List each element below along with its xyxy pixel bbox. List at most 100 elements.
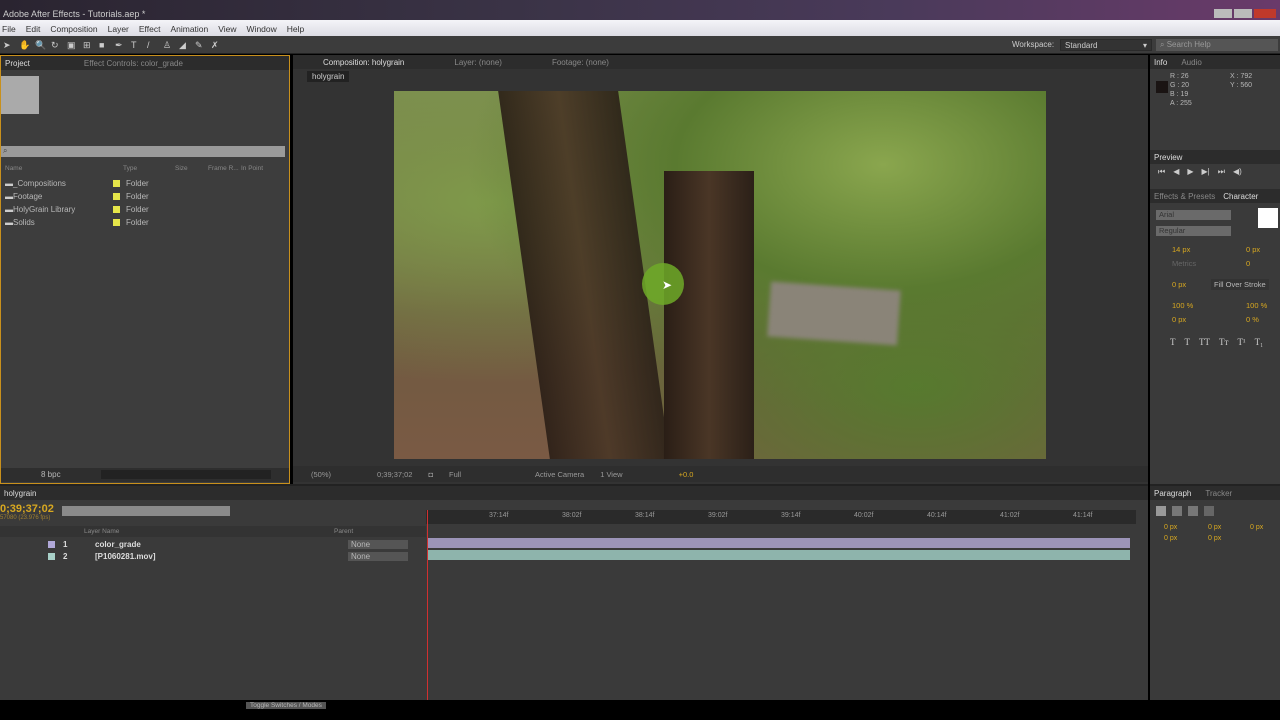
tab-paragraph[interactable]: Paragraph <box>1154 489 1191 498</box>
tab-composition[interactable]: Composition: holygrain <box>323 58 404 67</box>
list-item[interactable]: ▬ Solids Folder <box>5 216 275 228</box>
clone-stamp-tool-icon[interactable]: ♙ <box>163 40 173 50</box>
bpc-button[interactable]: 8 bpc <box>41 470 61 479</box>
tab-footage[interactable]: Footage: (none) <box>552 58 609 67</box>
tsume[interactable]: 0 % <box>1246 315 1259 324</box>
table-row[interactable]: 2 [P1060281.mov] None <box>0 550 426 562</box>
tab-project[interactable]: Project <box>5 59 30 68</box>
playhead[interactable] <box>427 510 428 700</box>
col-type[interactable]: Type <box>123 165 137 172</box>
next-frame-icon[interactable]: ▶| <box>1202 167 1210 177</box>
tab-preview[interactable]: Preview <box>1154 153 1182 162</box>
stroke-mode-select[interactable]: Fill Over Stroke <box>1214 280 1266 289</box>
menu-layer[interactable]: Layer <box>108 24 129 36</box>
pen-tool-icon[interactable]: ✒ <box>115 40 125 50</box>
col-size[interactable]: Size <box>175 165 188 172</box>
hand-tool-icon[interactable]: ✋ <box>19 40 30 50</box>
view-layout-select[interactable]: 1 View <box>600 470 622 479</box>
tab-character[interactable]: Character <box>1223 192 1258 201</box>
tab-info[interactable]: Info <box>1154 58 1167 67</box>
col-parent[interactable]: Parent <box>334 528 353 535</box>
puppet-tool-icon[interactable]: ✗ <box>211 40 221 50</box>
menu-edit[interactable]: Edit <box>26 24 41 36</box>
current-time[interactable]: 0;39;37;02 <box>377 470 412 479</box>
baseline-shift[interactable]: 0 px <box>1172 315 1186 324</box>
superscript-button[interactable]: T¹ <box>1237 337 1245 347</box>
eraser-tool-icon[interactable]: ◢ <box>179 40 189 50</box>
align-left-button[interactable] <box>1156 506 1166 516</box>
indent-first[interactable]: 0 px <box>1250 524 1263 531</box>
menu-animation[interactable]: Animation <box>170 24 208 36</box>
justify-button[interactable] <box>1204 506 1214 516</box>
snapshot-icon[interactable]: ◘ <box>428 470 433 479</box>
toggle-switches-modes-button[interactable]: Toggle Switches / Modes <box>246 702 326 709</box>
tab-tracker[interactable]: Tracker <box>1205 489 1232 498</box>
fill-color-swatch[interactable] <box>1258 208 1278 228</box>
tab-layer[interactable]: Layer: (none) <box>454 58 502 67</box>
space-after[interactable]: 0 px <box>1208 535 1221 542</box>
align-center-button[interactable] <box>1172 506 1182 516</box>
layer-bar-color-grade[interactable] <box>428 538 1130 548</box>
brush-tool-icon[interactable]: / <box>147 40 157 50</box>
horizontal-scale[interactable]: 100 % <box>1246 301 1267 310</box>
roto-brush-tool-icon[interactable]: ✎ <box>195 40 205 50</box>
prev-frame-icon[interactable]: ◀ <box>1173 167 1179 177</box>
layer-bar-footage[interactable] <box>428 550 1130 560</box>
workspace-select[interactable]: Standard ▾ <box>1060 39 1152 51</box>
camera-tool-icon[interactable]: ▣ <box>67 40 77 50</box>
pan-behind-tool-icon[interactable]: ⊞ <box>83 40 93 50</box>
magnification-select[interactable]: (50%) <box>311 470 331 479</box>
exposure-value[interactable]: +0.0 <box>679 470 694 479</box>
list-item[interactable]: ▬ _Compositions Folder <box>5 177 275 189</box>
comp-breadcrumb[interactable]: holygrain <box>307 71 350 82</box>
all-caps-button[interactable]: TT <box>1199 337 1210 347</box>
layer-name[interactable]: [P1060281.mov] <box>95 552 155 561</box>
composition-viewer[interactable]: ➤ <box>394 91 1046 459</box>
menu-effect[interactable]: Effect <box>139 24 161 36</box>
timeline-timecode[interactable]: 0;39;37;02 <box>0 503 54 515</box>
search-help-input[interactable]: ⌕ Search Help <box>1156 39 1278 51</box>
selection-tool-icon[interactable]: ➤ <box>3 40 13 50</box>
tab-effect-controls[interactable]: Effect Controls: color_grade <box>84 59 183 68</box>
space-before[interactable]: 0 px <box>1164 535 1177 542</box>
font-family-select[interactable]: Arial <box>1156 210 1231 220</box>
parent-select[interactable]: None <box>348 551 408 561</box>
font-size[interactable]: 14 px <box>1172 245 1190 254</box>
timeline-search-input[interactable] <box>62 506 230 516</box>
parent-select[interactable]: None <box>348 539 408 549</box>
tracking[interactable]: 0 <box>1246 259 1250 268</box>
rectangle-tool-icon[interactable]: ■ <box>99 40 109 50</box>
kerning[interactable]: Metrics <box>1172 259 1196 268</box>
tab-audio[interactable]: Audio <box>1181 58 1201 67</box>
project-search-input[interactable]: ⌕ <box>1 146 285 157</box>
indent-right[interactable]: 0 px <box>1208 524 1221 531</box>
camera-select[interactable]: Active Camera <box>535 470 584 479</box>
rotate-tool-icon[interactable]: ↻ <box>51 40 61 50</box>
type-tool-icon[interactable]: T <box>131 40 141 50</box>
zoom-tool-icon[interactable]: 🔍 <box>35 40 46 50</box>
close-button[interactable] <box>1254 9 1276 18</box>
menu-help[interactable]: Help <box>287 24 304 36</box>
tab-effects-presets[interactable]: Effects & Presets <box>1154 192 1215 201</box>
menu-window[interactable]: Window <box>247 24 277 36</box>
menu-file[interactable]: File <box>2 24 16 36</box>
indent-left[interactable]: 0 px <box>1164 524 1177 531</box>
play-icon[interactable]: ▶ <box>1187 167 1193 177</box>
list-item[interactable]: ▬ HolyGrain Library Folder <box>5 203 275 215</box>
col-name[interactable]: Name <box>5 165 22 172</box>
first-frame-icon[interactable]: ⏮ <box>1158 167 1165 177</box>
small-caps-button[interactable]: Tт <box>1219 337 1228 347</box>
vertical-scale[interactable]: 100 % <box>1172 301 1193 310</box>
faux-bold-button[interactable]: T <box>1170 337 1176 347</box>
table-row[interactable]: 1 color_grade None <box>0 538 426 550</box>
col-in-point[interactable]: In Point <box>241 165 263 172</box>
font-style-select[interactable]: Regular <box>1156 226 1231 236</box>
col-frame-rate[interactable]: Frame R... <box>208 165 239 172</box>
tab-holygrain[interactable]: holygrain <box>4 489 36 498</box>
resolution-select[interactable]: Full <box>449 470 499 479</box>
align-right-button[interactable] <box>1188 506 1198 516</box>
menu-view[interactable]: View <box>218 24 236 36</box>
list-item[interactable]: ▬ Footage Folder <box>5 190 275 202</box>
menu-composition[interactable]: Composition <box>50 24 97 36</box>
last-frame-icon[interactable]: ⏭ <box>1218 167 1225 177</box>
